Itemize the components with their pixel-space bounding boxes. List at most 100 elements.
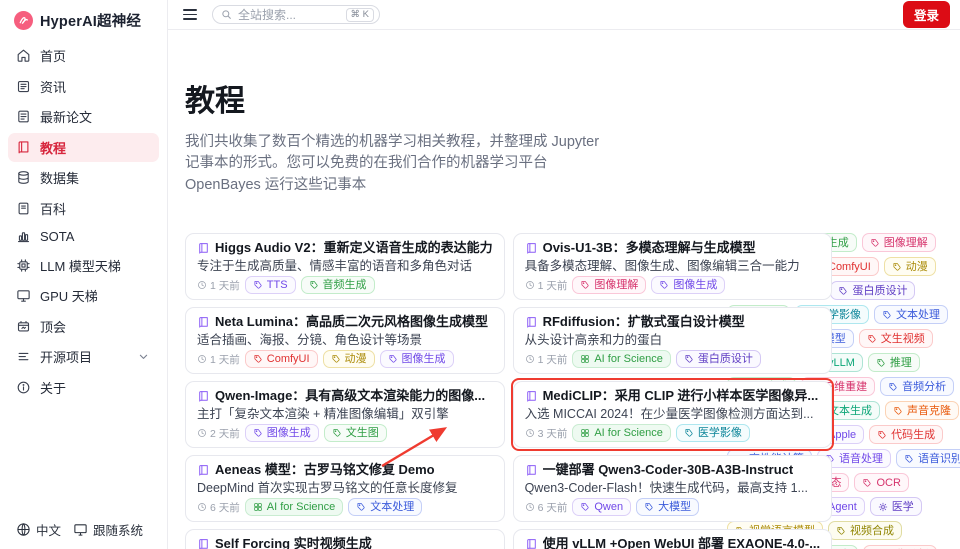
hamburger-menu-icon[interactable] bbox=[180, 6, 200, 23]
tutorial-card[interactable]: 一键部署 Qwen3-Coder-30B-A3B-InstructQwen3-C… bbox=[513, 455, 833, 522]
tag-icon bbox=[253, 280, 263, 290]
login-button[interactable]: 登录 bbox=[903, 1, 950, 28]
tag-pill[interactable]: 医学 bbox=[870, 497, 922, 516]
sidebar-item-home[interactable]: 首页 bbox=[8, 41, 159, 70]
search-input[interactable]: 全站搜索... ⌘ K bbox=[212, 5, 380, 24]
grid-icon bbox=[580, 428, 590, 438]
tag-icon bbox=[332, 428, 342, 438]
tag-label: ComfyUI bbox=[267, 352, 310, 366]
tutorial-card[interactable]: 使用 vLLM +Open WebUI 部署 EXAONE-4.0-...韩国首… bbox=[513, 529, 833, 549]
brand-logo[interactable]: HyperAI超神经 bbox=[0, 6, 167, 41]
tag-icon bbox=[356, 502, 366, 512]
sidebar-item-news[interactable]: 资讯 bbox=[8, 72, 159, 101]
sidebar-item-label: 资讯 bbox=[40, 77, 66, 96]
sidebar-item-label: 顶会 bbox=[40, 317, 66, 336]
tag-pill[interactable]: AI for Science bbox=[572, 350, 670, 368]
tag-pill[interactable]: 图像生成 bbox=[245, 424, 319, 442]
card-title: Neta Lumina：高品质二次元风格图像生成模型 bbox=[197, 314, 493, 330]
card-description: 从头设计高亲和力的蛋白 bbox=[525, 332, 821, 348]
info-icon bbox=[16, 380, 31, 395]
tag-pill[interactable]: 动漫 bbox=[323, 350, 375, 368]
card-title: RFdiffusion：扩散式蛋白设计模型 bbox=[525, 314, 821, 330]
tag-pill[interactable]: 文本处理 bbox=[874, 305, 948, 324]
card-title: Self Forcing 实时视频生成 bbox=[197, 536, 493, 549]
tutorial-book-icon bbox=[525, 242, 538, 255]
tag-label: 文生图 bbox=[346, 426, 379, 440]
tag-pill[interactable]: 图像理解 bbox=[862, 233, 936, 252]
sidebar-item-about[interactable]: 关于 bbox=[8, 373, 159, 402]
sidebar-item-sota[interactable]: SOTA bbox=[8, 224, 159, 249]
tag-pill[interactable]: 蛋白质设计 bbox=[830, 281, 915, 300]
tag-pill[interactable]: 蛋白质设计 bbox=[676, 350, 761, 368]
sidebar-item-gpu-rank[interactable]: GPU 天梯 bbox=[8, 281, 159, 310]
sidebar-nav: 首页资讯最新论文教程数据集百科 SOTALLM 模型天梯GPU 天梯顶会开源项目关… bbox=[0, 41, 167, 402]
tutorial-card[interactable]: Qwen-Image：具有高级文本渲染能力的图像...主打「复杂文本渲染 + 精… bbox=[185, 381, 505, 448]
tag-pill[interactable]: 文本处理 bbox=[348, 498, 422, 516]
sidebar-item-opensource[interactable]: 开源项目 bbox=[8, 342, 159, 371]
sidebar-item-label: 百科 bbox=[40, 199, 66, 218]
tag-icon bbox=[862, 478, 872, 488]
tutorial-card[interactable]: Self Forcing 实时视频生成一种用于自回归视频扩散模型的全新训练范式 bbox=[185, 529, 505, 549]
tag-pill[interactable]: 动漫 bbox=[884, 257, 936, 276]
tag-pill[interactable]: 音频分析 bbox=[880, 377, 954, 396]
news-icon bbox=[16, 79, 31, 94]
grid-icon bbox=[580, 354, 590, 364]
tag-pill[interactable]: 推理 bbox=[868, 353, 920, 372]
card-timestamp: 6 天前 bbox=[525, 500, 568, 515]
tag-pill[interactable]: TTS bbox=[245, 276, 296, 294]
tag-pill[interactable]: 图像分析 bbox=[863, 545, 937, 549]
tag-pill[interactable]: 图像理解 bbox=[572, 276, 646, 294]
tag-pill[interactable]: 代码生成 bbox=[869, 425, 943, 444]
card-timestamp: 1 天前 bbox=[525, 352, 568, 367]
sidebar-item-datasets[interactable]: 数据集 bbox=[8, 163, 159, 192]
tag-icon bbox=[253, 354, 263, 364]
theme-toggle[interactable]: 跟随系统 bbox=[73, 520, 143, 539]
tutorial-card[interactable]: Aeneas 模型：古罗马铭文修复 DemoDeepMind 首次实现古罗马铭文… bbox=[185, 455, 505, 522]
tag-pill[interactable]: 图像生成 bbox=[651, 276, 725, 294]
tag-pill[interactable]: 图像生成 bbox=[380, 350, 454, 368]
card-title: MediCLIP：采用 CLIP 进行小样本医学图像异... bbox=[525, 388, 821, 404]
sidebar-item-llm-rank[interactable]: LLM 模型天梯 bbox=[8, 251, 159, 280]
tutorial-card[interactable]: MediCLIP：采用 CLIP 进行小样本医学图像异...入选 MICCAI … bbox=[513, 381, 833, 448]
tag-icon bbox=[867, 334, 877, 344]
tag-icon bbox=[888, 382, 898, 392]
tag-pill[interactable]: Qwen bbox=[572, 498, 631, 516]
sidebar-item-wiki[interactable]: 百科 bbox=[8, 194, 159, 223]
tutorial-book-icon bbox=[197, 242, 210, 255]
tag-pill[interactable]: AI for Science bbox=[572, 424, 670, 442]
tag-pill[interactable]: 音频生成 bbox=[301, 276, 375, 294]
paper-icon bbox=[16, 109, 31, 124]
tag-pill[interactable]: 视频合成 bbox=[828, 521, 902, 540]
tag-pill[interactable]: 医学影像 bbox=[676, 424, 750, 442]
content-area: 教程 我们共收集了数百个精选的机器学习相关教程，并整理成 Jupyter 记事本… bbox=[168, 30, 960, 549]
book-icon bbox=[16, 140, 31, 155]
sidebar-item-label: 开源项目 bbox=[40, 347, 92, 366]
brand-name: HyperAI超神经 bbox=[40, 10, 141, 31]
card-description: 专注于生成高质量、情感丰富的语音和多角色对话 bbox=[197, 258, 493, 274]
tag-pill[interactable]: 文生视频 bbox=[859, 329, 933, 348]
tag-pill[interactable]: ComfyUI bbox=[245, 350, 318, 368]
tag-label: 代码生成 bbox=[891, 428, 935, 442]
tag-icon bbox=[684, 354, 694, 364]
tag-pill[interactable]: 声音克隆 bbox=[885, 401, 959, 420]
tutorial-card[interactable]: RFdiffusion：扩散式蛋白设计模型从头设计高亲和力的蛋白 1 天前 AI f… bbox=[513, 307, 833, 374]
clock-icon bbox=[197, 280, 207, 290]
tutorial-card[interactable]: Ovis-U1-3B：多模态理解与生成模型具备多模态理解、图像生成、图像编辑三合… bbox=[513, 233, 833, 300]
tag-pill[interactable]: OCR bbox=[854, 473, 908, 492]
sidebar-item-tutorials[interactable]: 教程 bbox=[8, 133, 159, 162]
language-toggle[interactable]: 中文 bbox=[16, 520, 61, 539]
sidebar-item-papers[interactable]: 最新论文 bbox=[8, 102, 159, 131]
tag-pill[interactable]: 文生图 bbox=[324, 424, 387, 442]
tag-pill[interactable]: 语音识别 bbox=[896, 449, 960, 468]
tutorial-card[interactable]: Neta Lumina：高品质二次元风格图像生成模型适合插画、海报、分镜、角色设… bbox=[185, 307, 505, 374]
tutorial-card[interactable]: Higgs Audio V2：重新定义语音生成的表达能力专注于生成高质量、情感丰… bbox=[185, 233, 505, 300]
card-title: Aeneas 模型：古罗马铭文修复 Demo bbox=[197, 462, 493, 478]
sidebar-item-conferences[interactable]: 顶会 bbox=[8, 312, 159, 341]
tag-pill[interactable]: AI for Science bbox=[245, 498, 343, 516]
tutorial-book-icon bbox=[525, 464, 538, 477]
card-description: 具备多模态理解、图像生成、图像编辑三合一能力 bbox=[525, 258, 821, 274]
tutorial-card-grid: Higgs Audio V2：重新定义语音生成的表达能力专注于生成高质量、情感丰… bbox=[185, 233, 723, 549]
tag-pill[interactable]: 大模型 bbox=[636, 498, 699, 516]
topbar: 全站搜索... ⌘ K 登录 bbox=[168, 0, 960, 30]
card-timestamp: 1 天前 bbox=[197, 278, 240, 293]
